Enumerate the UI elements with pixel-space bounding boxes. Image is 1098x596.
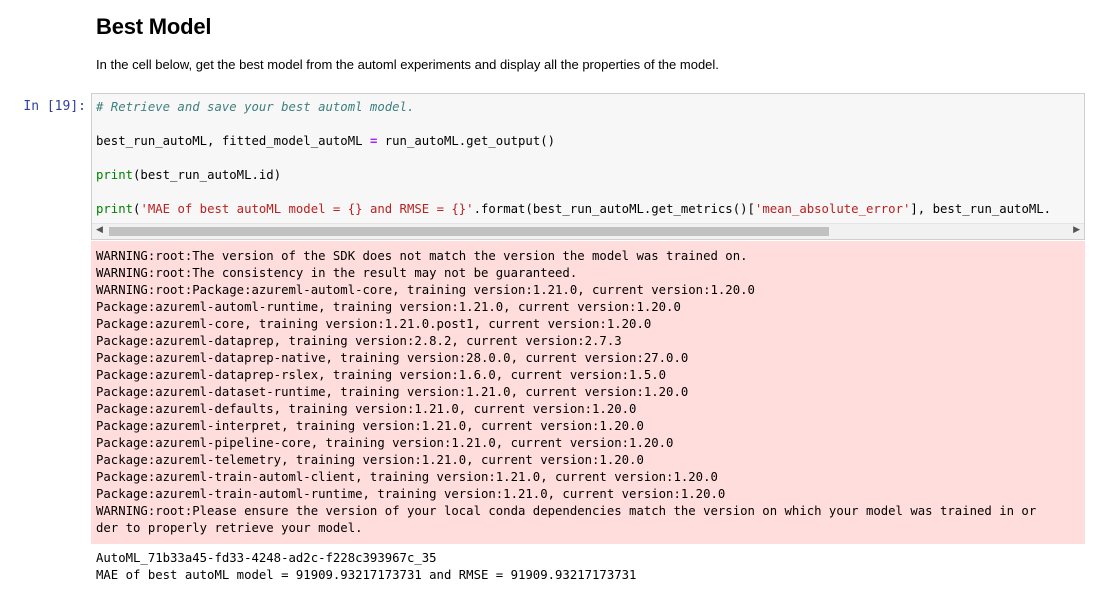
horizontal-scrollbar[interactable]: ◀ ▶ <box>92 223 1084 239</box>
stderr-line: WARNING:root:The consistency in the resu… <box>96 266 578 280</box>
stderr-line: der to properly retrieve your model. <box>96 521 363 535</box>
stderr-line: WARNING:root:Package:azureml-automl-core… <box>96 283 755 297</box>
scroll-right-arrow-icon[interactable]: ▶ <box>1073 225 1080 235</box>
code-editor[interactable]: # Retrieve and save your best automl mod… <box>96 94 1051 216</box>
stderr-line: Package:azureml-dataprep-native, trainin… <box>96 351 689 365</box>
stderr-line: Package:azureml-pipeline-core, training … <box>96 436 674 450</box>
code-line-get-output: best_run_autoML, fitted_model_autoML = r… <box>96 134 556 148</box>
markdown-paragraph: In the cell below, get the best model fr… <box>96 57 719 72</box>
stderr-line: Package:azureml-train-automl-runtime, tr… <box>96 487 726 501</box>
stderr-line: Package:azureml-defaults, training versi… <box>96 402 637 416</box>
scrollbar-thumb[interactable] <box>109 227 829 236</box>
code-cell-input[interactable]: # Retrieve and save your best automl mod… <box>91 93 1085 240</box>
stderr-line: Package:azureml-telemetry, training vers… <box>96 453 644 467</box>
scroll-left-arrow-icon[interactable]: ◀ <box>96 225 103 235</box>
stderr-line: Package:azureml-core, training version:1… <box>96 317 652 331</box>
code-line-comment: # Retrieve and save your best automl mod… <box>96 100 415 114</box>
stderr-line: Package:azureml-dataprep-rslex, training… <box>96 368 667 382</box>
stderr-output: WARNING:root:The version of the SDK does… <box>91 241 1085 544</box>
stdout-line: MAE of best autoML model = 91909.9321717… <box>96 568 637 582</box>
stderr-line: WARNING:root:The version of the SDK does… <box>96 249 748 263</box>
stderr-line: Package:azureml-dataset-runtime, trainin… <box>96 385 689 399</box>
cell-input-prompt: In [19]: <box>23 99 86 114</box>
markdown-heading: Best Model <box>96 14 212 39</box>
stdout-line: AutoML_71b33a45-fd33-4248-ad2c-f228c3939… <box>96 551 437 565</box>
code-line-print-metrics: print('MAE of best autoML model = {} and… <box>96 202 1052 216</box>
stderr-line: Package:azureml-interpret, training vers… <box>96 419 644 433</box>
stdout-output: AutoML_71b33a45-fd33-4248-ad2c-f228c3939… <box>96 550 636 584</box>
code-line-print-id: print(best_run_autoML.id) <box>96 168 282 182</box>
stderr-text: WARNING:root:The version of the SDK does… <box>96 248 1036 537</box>
stderr-line: Package:azureml-automl-runtime, training… <box>96 300 681 314</box>
stderr-line: WARNING:root:Please ensure the version o… <box>96 504 1037 518</box>
stderr-line: Package:azureml-dataprep, training versi… <box>96 334 622 348</box>
stderr-line: Package:azureml-train-automl-client, tra… <box>96 470 718 484</box>
